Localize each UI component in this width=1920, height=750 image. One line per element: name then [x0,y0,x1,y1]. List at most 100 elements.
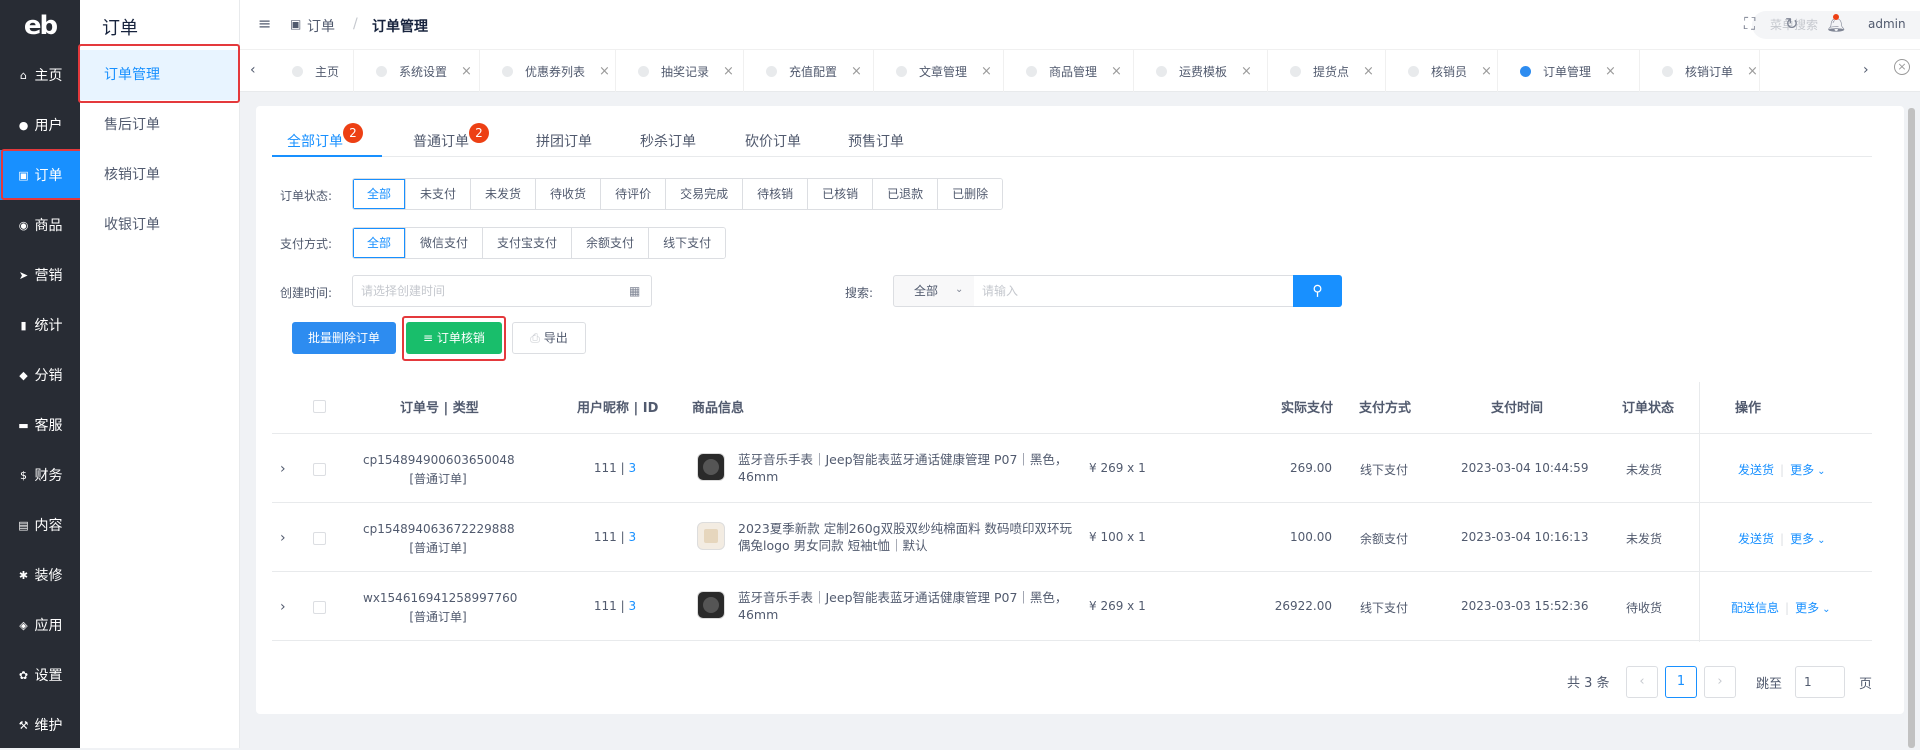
order-number[interactable]: wx154616941258997760 [363,591,517,605]
ship-action-link[interactable]: 发送货 [1738,532,1774,546]
close-icon[interactable]: × [1241,64,1252,79]
status-option-1[interactable]: 未支付 [406,179,472,209]
tab-5[interactable]: 预售订单 [848,131,904,151]
tag-3[interactable]: 抽奖记录 × [616,50,744,92]
expand-row-icon[interactable]: › [280,599,286,615]
expand-row-icon[interactable]: › [280,530,286,546]
close-icon[interactable]: × [1747,64,1758,79]
tag-1[interactable]: 系统设置 × [354,50,480,92]
user-id[interactable]: 3 [628,599,636,613]
close-icon[interactable]: × [1111,64,1122,79]
row-checkbox[interactable] [313,532,326,545]
tag-10[interactable]: 订单管理 × [1498,50,1640,92]
tab-1[interactable]: 普通订单 [413,131,469,151]
nav-item-6[interactable]: ◆ 分销 [0,350,80,400]
tag-2[interactable]: 优惠券列表 × [480,50,616,92]
status-option-4[interactable]: 待评价 [601,179,667,209]
pay-option-3[interactable]: 余额支付 [572,228,650,258]
select-all-checkbox[interactable] [313,400,326,413]
tag-6[interactable]: 商品管理 × [1004,50,1134,92]
subnav-item-2[interactable]: 核销订单 [80,150,240,200]
close-icon[interactable]: × [851,64,862,79]
status-option-3[interactable]: 待收货 [536,179,602,209]
nav-item-3[interactable]: ◉ 商品 [0,200,80,250]
order-number[interactable]: cp154894900603650048 [363,453,515,467]
tag-8[interactable]: 提货点 × [1268,50,1386,92]
pay-option-4[interactable]: 线下支付 [649,228,726,258]
close-all-tags-icon[interactable]: × [1894,59,1910,75]
user-name[interactable]: admin [1868,17,1906,31]
tags-scroll-left-icon[interactable]: ‹ [250,62,256,78]
search-button[interactable]: ⚲ [1293,275,1342,307]
pay-option-0[interactable]: 全部 [353,228,407,258]
more-actions-link[interactable]: 更多 [1795,601,1819,615]
row-checkbox[interactable] [313,601,326,614]
tab-3[interactable]: 秒杀订单 [640,131,696,151]
nav-item-7[interactable]: ▬ 客服 [0,400,80,450]
product-name[interactable]: 蓝牙音乐手表｜Jeep智能表蓝牙通话健康管理 P07｜黑色，46mm [738,589,1078,623]
subnav-item-1[interactable]: 售后订单 [80,100,240,150]
nav-item-11[interactable]: ◈ 应用 [0,600,80,650]
fullscreen-icon[interactable]: ⛶ [1744,14,1755,34]
status-option-8[interactable]: 已退款 [873,179,939,209]
status-option-0[interactable]: 全部 [353,179,407,209]
nav-item-10[interactable]: ✱ 装修 [0,550,80,600]
status-option-5[interactable]: 交易完成 [666,179,744,209]
create-time-picker[interactable]: 请选择创建时间 [352,275,652,307]
tab-0[interactable]: 全部订单 [287,131,343,151]
user-id[interactable]: 3 [628,530,636,544]
tag-0[interactable]: 主页 [270,50,354,92]
tag-9[interactable]: 核销员 × [1386,50,1498,92]
batch-delete-button[interactable]: 批量删除订单 [292,322,396,354]
refresh-icon[interactable]: ↻ [1785,14,1798,33]
ship-action-link[interactable]: 发送货 [1738,463,1774,477]
close-icon[interactable]: × [461,64,472,79]
tag-4[interactable]: 充值配置 × [744,50,874,92]
next-page-button[interactable]: › [1704,666,1736,698]
tag-5[interactable]: 文章管理 × [874,50,1004,92]
product-name[interactable]: 蓝牙音乐手表｜Jeep智能表蓝牙通话健康管理 P07｜黑色，46mm [738,451,1078,485]
close-icon[interactable]: × [1605,64,1616,79]
nav-item-5[interactable]: ▮ 统计 [0,300,80,350]
product-name[interactable]: 2023夏季新款 定制260g双股双纱纯棉面料 数码喷印双环玩偶兔logo 男女… [738,520,1078,554]
scrollbar[interactable] [1908,108,1915,748]
search-keyword-input[interactable]: 请输入 [974,275,1294,307]
ship-action-link[interactable]: 配送信息 [1731,601,1779,615]
tab-4[interactable]: 砍价订单 [745,131,801,151]
close-icon[interactable]: × [1363,64,1374,79]
status-option-7[interactable]: 已核销 [808,179,874,209]
pay-option-1[interactable]: 微信支付 [406,228,484,258]
close-icon[interactable]: × [981,64,992,79]
tags-scroll-right-icon[interactable]: › [1863,62,1869,78]
tab-2[interactable]: 拼团订单 [536,131,592,151]
status-option-2[interactable]: 未发货 [471,179,537,209]
more-actions-link[interactable]: 更多 [1790,532,1814,546]
nav-item-0[interactable]: ⌂ 主页 [0,50,80,100]
pay-option-2[interactable]: 支付宝支付 [483,228,573,258]
row-checkbox[interactable] [313,463,326,476]
page-1-button[interactable]: 1 [1665,666,1697,698]
menu-toggle-icon[interactable]: ≡ [258,14,271,33]
close-icon[interactable]: × [723,64,734,79]
status-option-6[interactable]: 待核销 [743,179,809,209]
subnav-item-3[interactable]: 收银订单 [80,200,240,250]
nav-item-13[interactable]: ⚒ 维护 [0,700,80,750]
more-actions-link[interactable]: 更多 [1790,463,1814,477]
tag-7[interactable]: 运费模板 × [1134,50,1268,92]
nav-item-9[interactable]: ▤ 内容 [0,500,80,550]
nav-item-12[interactable]: ✿ 设置 [0,650,80,700]
close-icon[interactable]: × [599,64,610,79]
order-number[interactable]: cp154894063672229888 [363,522,515,536]
status-option-9[interactable]: 已删除 [938,179,1003,209]
expand-row-icon[interactable]: › [280,461,286,477]
nav-item-4[interactable]: ➤ 营销 [0,250,80,300]
export-button[interactable]: ⎙ 导出 [512,322,586,354]
tag-11[interactable]: 核销订单 × [1640,50,1760,92]
prev-page-button[interactable]: ‹ [1626,666,1658,698]
nav-item-8[interactable]: $ 财务 [0,450,80,500]
breadcrumb-orders[interactable]: 订单 [307,16,335,36]
jump-page-input[interactable]: 1 [1795,666,1845,698]
nav-item-1[interactable]: ● 用户 [0,100,80,150]
close-icon[interactable]: × [1481,64,1492,79]
user-id[interactable]: 3 [628,461,636,475]
